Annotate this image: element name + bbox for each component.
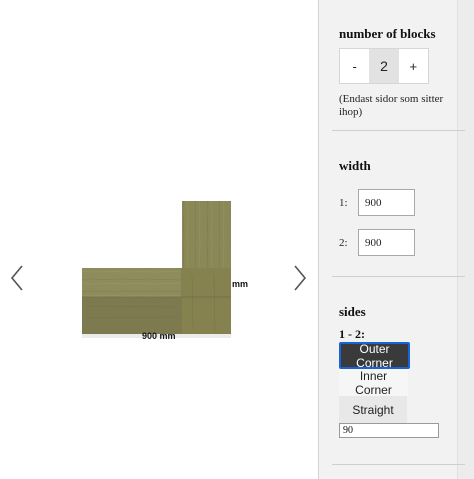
block-count-value: 2 bbox=[369, 49, 399, 83]
decrease-blocks-button[interactable]: - bbox=[340, 49, 370, 83]
width-input-2[interactable] bbox=[358, 229, 415, 256]
dimension-label-bottom: 900 mm bbox=[142, 331, 176, 341]
straight-button[interactable]: Straight bbox=[339, 396, 407, 423]
block-count-stepper: - 2 + bbox=[339, 48, 429, 84]
vertical-block-front bbox=[182, 268, 231, 334]
horizontal-block-front bbox=[82, 297, 182, 334]
outer-corner-button[interactable]: Outer Corner bbox=[339, 342, 410, 370]
chevron-right-icon bbox=[294, 265, 307, 291]
vertical-block-top bbox=[182, 201, 231, 268]
wood-block-model bbox=[82, 201, 231, 338]
increase-blocks-button[interactable]: + bbox=[398, 49, 428, 83]
side-pair-label: 1 - 2: bbox=[339, 327, 365, 341]
dimension-label-right: mm bbox=[232, 279, 249, 289]
width-section-title: width bbox=[339, 158, 371, 173]
sides-section-title: sides bbox=[339, 304, 366, 319]
horizontal-block-top bbox=[82, 268, 182, 297]
inner-corner-button[interactable]: Inner Corner bbox=[339, 369, 408, 397]
section-divider bbox=[332, 464, 465, 465]
blocks-note: (Endast sidor som sitter ihop) bbox=[339, 93, 444, 118]
width-input-1[interactable] bbox=[358, 189, 415, 216]
previous-view-button[interactable] bbox=[6, 262, 28, 294]
width-label-1: 1: bbox=[339, 197, 348, 209]
width-label-2: 2: bbox=[339, 237, 348, 249]
sidebar-scrollbar[interactable] bbox=[457, 0, 474, 479]
model-viewer[interactable]: mm 900 mm bbox=[0, 0, 318, 479]
chevron-left-icon bbox=[10, 265, 23, 291]
section-divider bbox=[332, 130, 465, 131]
blocks-section-title: number of blocks bbox=[339, 26, 436, 41]
section-divider bbox=[332, 276, 465, 277]
next-view-button[interactable] bbox=[289, 262, 311, 294]
angle-input[interactable] bbox=[339, 423, 439, 438]
